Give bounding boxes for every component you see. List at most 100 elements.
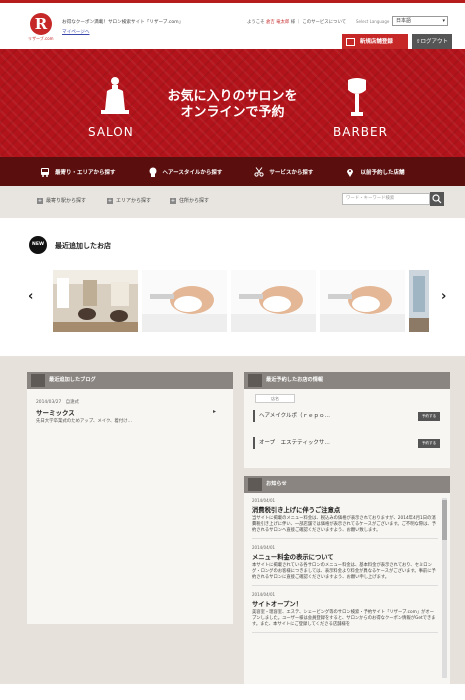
shop-thumbnail[interactable] [320, 270, 405, 332]
plus-icon: + [107, 197, 113, 204]
news-title[interactable]: 消費税引き上げに伴うご注意点 [252, 505, 438, 514]
language-value: 日本語 [396, 18, 412, 24]
shaving-image [142, 270, 227, 332]
username-link[interactable]: 倉吉 竜太郎 [266, 20, 289, 25]
welcome-prefix: ようこそ [247, 20, 265, 25]
info-icon [248, 478, 262, 491]
hero-title-line2: オンラインで予約 [180, 105, 285, 120]
news-date: 2014/04/01 [252, 498, 276, 503]
logout-button[interactable]: ⇧ログアウト [412, 34, 452, 50]
head-icon [149, 167, 157, 177]
news-text: 本サイトに掲載されている各サロンのメニュー料金は、基本料金が表示されており、セミ… [252, 563, 436, 580]
bookmark-icon [248, 374, 262, 387]
search-subbar: + 最寄り駅から探す + エリアから探す + 住所から探す ワード・キーワード検索 [0, 186, 465, 218]
salon-interior-image [53, 270, 138, 332]
shop-thumbnail[interactable] [231, 270, 316, 332]
logo-mark: R [30, 13, 52, 35]
news-scrollbar[interactable] [442, 498, 447, 678]
shop-thumbnail[interactable] [53, 270, 138, 332]
news-item: 2014/04/01 サイトオープン！ 美容室・理容室、エステ、シェービング等の… [252, 592, 438, 633]
logout-label: ログアウト [420, 39, 449, 45]
logo-text: リザーブ.com [28, 36, 54, 41]
news-panel: お知らせ 2014/04/01 消費税引き上げに伴うご注意点 当サイトに掲載のメ… [244, 476, 450, 684]
address-search-label: 住所から探す [179, 198, 210, 204]
register-shop-button[interactable]: 新規店舗登録 [342, 34, 408, 50]
salon-category[interactable]: SALON [88, 125, 134, 139]
blog-arrow-icon[interactable]: ▸ [213, 408, 216, 415]
blog-excerpt: 先日大学卒業式のためアップ、メイク、着付け… [36, 419, 132, 424]
site-logo[interactable]: R リザーブ.com [28, 13, 54, 43]
news-item: 2014/04/01 メニュー料金の表示について 本サイトに掲載されている各サロ… [252, 545, 438, 586]
blog-header-label: 最近追加したブログ [49, 377, 96, 383]
nav-hairstyle-search[interactable]: ヘアースタイルから探す [148, 167, 223, 177]
recent-header-label: 最近予約したお店の情報 [266, 377, 324, 383]
news-item: 2014/04/01 消費税引き上げに伴うご注意点 当サイトに掲載のメニュー料金… [252, 498, 438, 539]
main-nav: 最寄り・エリアから探す ヘアースタイルから探す サービスから探す 以前予約した店… [0, 157, 465, 186]
mypage-link[interactable]: マイページへ [62, 29, 89, 35]
area-search-link[interactable]: + エリアから探す [107, 197, 151, 204]
new-badge: NEW [29, 236, 47, 254]
shop-thumbnail[interactable] [142, 270, 227, 332]
news-text: 当サイトに掲載のメニュー料金は、税込みの価格が表示されておりますが、2014年4… [252, 516, 436, 533]
lower-content: 最近追加したブログ 2014/03/27 自遠式 サーミックス 先日大学卒業式の… [0, 356, 465, 684]
blog-panel: 最近追加したブログ 2014/03/27 自遠式 サーミックス 先日大学卒業式の… [27, 372, 233, 624]
area-search-label: エリアから探す [116, 198, 152, 204]
carousel-prev-button[interactable]: ‹ [28, 289, 33, 304]
shaving-image [320, 270, 405, 332]
shop-name-tag: 店名 [255, 394, 295, 403]
recent-reservations-panel: 最近予約したお店の情報 店名 ヘアメイクルポ（ｒｅｐｏ… 予約する オープ エス… [244, 372, 450, 468]
carousel-next-button[interactable]: › [441, 289, 446, 304]
about-link[interactable]: 様 ｜ このサービスについて [291, 20, 346, 25]
news-title[interactable]: サイトオープン！ [252, 599, 438, 608]
scissors-icon [254, 166, 265, 177]
nav-previous-shops[interactable]: 以前予約した店舗 [345, 167, 404, 177]
shop-thumbnail[interactable] [409, 270, 429, 332]
hero-title: お気に入りのサロンを オンラインで予約 [0, 89, 465, 121]
pencil-icon [31, 374, 45, 387]
language-select[interactable]: 日本語 ▾ [392, 16, 448, 26]
news-title[interactable]: メニュー料金の表示について [252, 552, 438, 561]
news-text: 美容室・理容室、エステ、シェービング等のサロン検索・予約サイト「リザーブ.com… [252, 610, 436, 627]
chevron-down-icon: ▾ [442, 18, 445, 24]
keyword-search-input[interactable]: ワード・キーワード検索 [342, 193, 430, 205]
salon-interior-image [409, 270, 429, 332]
new-shops-section: NEW 最近追加したお店 ‹ › [0, 218, 465, 356]
nav-service-label: サービスから探す [269, 169, 314, 176]
nav-service-search[interactable]: サービスから探す [254, 166, 314, 177]
news-list: 2014/04/01 消費税引き上げに伴うご注意点 当サイトに掲載のメニュー料金… [252, 498, 438, 639]
search-icon [432, 194, 442, 204]
blog-panel-header: 最近追加したブログ [27, 372, 233, 389]
nav-area-label: 最寄り・エリアから探す [55, 169, 116, 176]
nav-previous-label: 以前予約した店舗 [360, 169, 405, 176]
blog-date: 2014/03/27 自遠式 [36, 400, 79, 405]
hero-title-line1: お気に入りのサロンを [167, 89, 298, 104]
language-label: Select Language [356, 19, 390, 24]
recent-shop-item[interactable]: オープ エステティックサ… [253, 437, 330, 449]
welcome-bar: ようこそ 倉吉 竜太郎 様 ｜ このサービスについて [247, 19, 346, 25]
site-header: R リザーブ.com お得なクーポン満載！サロン検索サイト「リザーブ.com」 … [0, 3, 465, 50]
hero-banner: お気に入りのサロンを オンラインで予約 SALON BARBER [0, 49, 465, 157]
barber-category[interactable]: BARBER [333, 125, 388, 139]
nav-area-search[interactable]: 最寄り・エリアから探す [40, 167, 116, 177]
plus-icon: + [37, 197, 43, 204]
news-date: 2014/04/01 [252, 592, 276, 597]
register-label: 新規店舗登録 [359, 39, 393, 45]
search-button[interactable] [430, 192, 444, 206]
reserve-button[interactable]: 予約する [418, 412, 440, 421]
news-panel-header: お知らせ [244, 476, 450, 493]
blog-title-link[interactable]: サーミックス [36, 407, 75, 417]
plus-icon: + [170, 197, 176, 204]
recent-panel-header: 最近予約したお店の情報 [244, 372, 450, 389]
reserve-button[interactable]: 予約する [418, 439, 440, 448]
recent-shop-item[interactable]: ヘアメイクルポ（ｒｅｐｏ… [253, 410, 330, 422]
location-pin-icon [347, 168, 354, 177]
station-search-label: 最寄り駅から探す [46, 198, 87, 204]
scrollbar-thumb[interactable] [442, 500, 447, 540]
station-search-link[interactable]: + 最寄り駅から探す [37, 197, 86, 204]
shop-icon [346, 37, 355, 46]
address-search-link[interactable]: + 住所から探す [170, 197, 209, 204]
bus-icon [41, 167, 49, 177]
site-tagline: お得なクーポン満載！サロン検索サイト「リザーブ.com」 [62, 20, 184, 25]
news-date: 2014/04/01 [252, 545, 276, 550]
nav-hairstyle-label: ヘアースタイルから探す [162, 169, 223, 176]
